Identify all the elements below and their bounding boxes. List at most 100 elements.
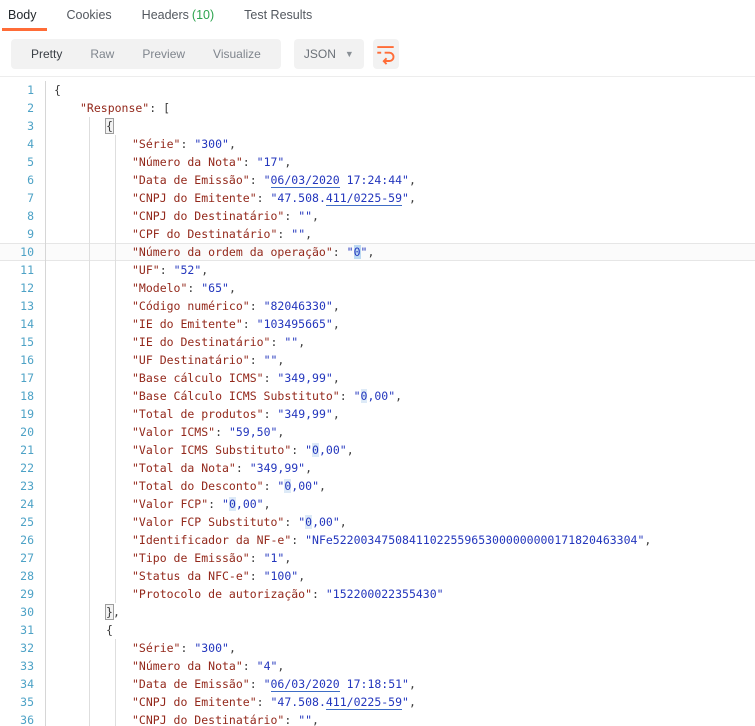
- code-line[interactable]: 18"Base Cálculo ICMS Substituto": "0,00"…: [0, 387, 755, 405]
- line-number: 2: [0, 99, 46, 117]
- indent-guide: [115, 333, 116, 351]
- code-text: "CNPJ do Destinatário": "",: [46, 711, 755, 726]
- json-punctuation: ,: [298, 569, 305, 583]
- code-line[interactable]: 3{: [0, 117, 755, 135]
- line-number: 17: [0, 369, 46, 387]
- code-line[interactable]: 1{: [0, 81, 755, 99]
- json-string-value: "": [298, 209, 312, 223]
- json-punctuation: :: [250, 551, 264, 565]
- code-line[interactable]: 12"Modelo": "65",: [0, 279, 755, 297]
- view-preview-button[interactable]: Preview: [128, 39, 199, 69]
- code-line[interactable]: 23"Total do Desconto": "0,00",: [0, 477, 755, 495]
- code-line[interactable]: 24"Valor FCP": "0,00",: [0, 495, 755, 513]
- tab-headers[interactable]: Headers(10): [142, 0, 226, 32]
- json-punctuation: :: [270, 335, 284, 349]
- json-key: "UF Destinatário": [132, 353, 250, 367]
- code-line[interactable]: 21"Valor ICMS Substituto": "0,00",: [0, 441, 755, 459]
- code-line[interactable]: 7"CNPJ do Emitente": "47.508.411/0225-59…: [0, 189, 755, 207]
- json-key: "Valor ICMS Substituto": [132, 443, 291, 457]
- code-line[interactable]: 27"Tipo de Emissão": "1",: [0, 549, 755, 567]
- headers-count-badge: (10): [192, 8, 214, 22]
- indent-guide: [89, 369, 90, 387]
- language-select[interactable]: JSON ▼: [294, 39, 364, 69]
- json-punctuation: ,: [305, 227, 312, 241]
- code-text: "Valor FCP": "0,00",: [46, 495, 755, 513]
- code-line[interactable]: 30},: [0, 603, 755, 621]
- indent-guide: [89, 423, 90, 441]
- view-raw-button[interactable]: Raw: [76, 39, 128, 69]
- tab-body[interactable]: Body: [8, 0, 49, 32]
- code-line[interactable]: 34"Data de Emissão": "06/03/2020 17:18:5…: [0, 675, 755, 693]
- code-line[interactable]: 14"IE do Emitente": "103495665",: [0, 315, 755, 333]
- code-line[interactable]: 16"UF Destinatário": "",: [0, 351, 755, 369]
- code-line[interactable]: 36"CNPJ do Destinatário": "",: [0, 711, 755, 726]
- search-match: 0: [229, 497, 236, 511]
- beautify-button[interactable]: [373, 39, 399, 69]
- indent-guide: [115, 189, 116, 207]
- code-line[interactable]: 19"Total de produtos": "349,99",: [0, 405, 755, 423]
- view-mode-switcher: PrettyRawPreviewVisualize: [11, 39, 281, 69]
- code-text: "CNPJ do Emitente": "47.508.411/0225-59"…: [46, 693, 755, 711]
- indent-guide: [89, 279, 90, 297]
- line-number: 24: [0, 495, 46, 513]
- json-punctuation: :: [257, 191, 271, 205]
- json-punctuation: ,: [409, 173, 416, 187]
- code-line[interactable]: 20"Valor ICMS": "59,50",: [0, 423, 755, 441]
- json-punctuation: :: [250, 353, 264, 367]
- code-line[interactable]: 15"IE do Destinatário": "",: [0, 333, 755, 351]
- code-line[interactable]: 6"Data de Emissão": "06/03/2020 17:24:44…: [0, 171, 755, 189]
- code-line[interactable]: 32"Série": "300",: [0, 639, 755, 657]
- tab-label: Body: [8, 8, 37, 22]
- code-text: {: [46, 81, 755, 99]
- json-punctuation: :: [312, 587, 326, 601]
- code-line[interactable]: 31{: [0, 621, 755, 639]
- json-string-value: ,00": [319, 443, 347, 457]
- tab-cookies[interactable]: Cookies: [67, 0, 124, 32]
- json-link-value: 06/03/2020: [271, 677, 340, 692]
- code-text: "Modelo": "65",: [46, 279, 755, 297]
- json-punctuation: ,: [298, 335, 305, 349]
- code-line[interactable]: 26"Identificador da NF-e": "NFe522003475…: [0, 531, 755, 549]
- code-line[interactable]: 10"Número da ordem da operação": "0",: [0, 243, 755, 261]
- code-line[interactable]: 8"CNPJ do Destinatário": "",: [0, 207, 755, 225]
- indent-guide: [115, 351, 116, 369]
- code-line[interactable]: 4"Série": "300",: [0, 135, 755, 153]
- code-line[interactable]: 35"CNPJ do Emitente": "47.508.411/0225-5…: [0, 693, 755, 711]
- indent-guide: [89, 153, 90, 171]
- json-string-value: "47.508.: [270, 695, 325, 709]
- code-line[interactable]: 28"Status da NFC-e": "100",: [0, 567, 755, 585]
- json-key: "Valor FCP Substituto": [132, 515, 284, 529]
- json-key: "Série": [132, 641, 180, 655]
- json-string-value: ,00": [312, 515, 340, 529]
- tab-test-results[interactable]: Test Results: [244, 0, 324, 32]
- view-visualize-button[interactable]: Visualize: [199, 39, 275, 69]
- code-text: "Série": "300",: [46, 135, 755, 153]
- indent-guide: [115, 297, 116, 315]
- json-key: "Valor ICMS": [132, 425, 215, 439]
- json-punctuation: {: [106, 623, 113, 637]
- code-line[interactable]: 22"Total da Nota": "349,99",: [0, 459, 755, 477]
- json-string-value: "": [284, 335, 298, 349]
- code-line[interactable]: 17"Base cálculo ICMS": "349,99",: [0, 369, 755, 387]
- json-key: "Número da Nota": [132, 155, 243, 169]
- indent-guide: [89, 405, 90, 423]
- json-punctuation: ,: [395, 389, 402, 403]
- code-line[interactable]: 9"CPF do Destinatário": "",: [0, 225, 755, 243]
- code-line[interactable]: 11"UF": "52",: [0, 261, 755, 279]
- code-line[interactable]: 33"Número da Nota": "4",: [0, 657, 755, 675]
- json-punctuation: ,: [229, 137, 236, 151]
- code-line[interactable]: 29"Protocolo de autorização": "152200022…: [0, 585, 755, 603]
- code-line[interactable]: 13"Código numérico": "82046330",: [0, 297, 755, 315]
- code-line[interactable]: 5"Número da Nota": "17",: [0, 153, 755, 171]
- code-line[interactable]: 2"Response": [: [0, 99, 755, 117]
- json-string-value: "349,99": [277, 407, 332, 421]
- code-text: },: [46, 603, 755, 621]
- indent-guide: [89, 333, 90, 351]
- line-number: 4: [0, 135, 46, 153]
- json-key: "CNPJ do Emitente": [132, 191, 257, 205]
- code-text: "CNPJ do Emitente": "47.508.411/0225-59"…: [46, 189, 755, 207]
- code-line[interactable]: 25"Valor FCP Substituto": "0,00",: [0, 513, 755, 531]
- response-body-editor[interactable]: 1{2"Response": [3{4"Série": "300",5"Núme…: [0, 76, 755, 726]
- view-pretty-button[interactable]: Pretty: [17, 39, 76, 69]
- json-punctuation: :: [264, 407, 278, 421]
